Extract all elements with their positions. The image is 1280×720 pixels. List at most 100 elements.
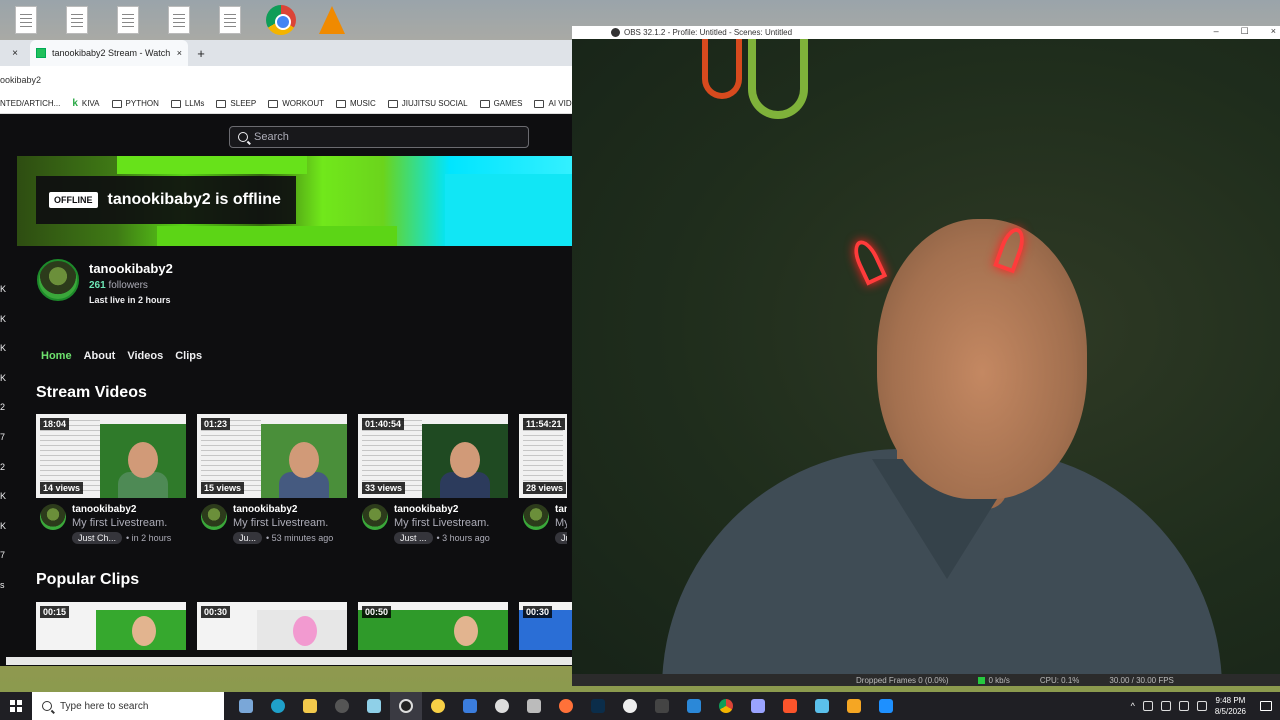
bookmark-folder[interactable]: SLEEP <box>216 99 256 108</box>
notification-icon[interactable] <box>1260 701 1272 711</box>
bookmark-folder[interactable]: PYTHON <box>111 99 159 108</box>
maximize-button[interactable]: ☐ <box>1241 26 1249 37</box>
app-icon[interactable] <box>838 692 870 720</box>
avatar[interactable] <box>523 504 549 530</box>
close-icon[interactable]: × <box>0 48 30 59</box>
minimize-button[interactable]: – <box>1214 26 1219 37</box>
clip-card[interactable]: 00:15 <box>36 602 186 650</box>
video-title[interactable]: My first Livestream. <box>72 517 171 529</box>
keyboard-icon[interactable] <box>1196 701 1207 711</box>
bookmark-folder[interactable]: JIUJITSU SOCIAL <box>387 99 468 108</box>
app-icon[interactable] <box>806 692 838 720</box>
lightbulb-icon[interactable] <box>422 692 454 720</box>
horizontal-scrollbar[interactable] <box>6 657 572 665</box>
category-tag[interactable]: Just ... <box>394 532 433 544</box>
desktop-document-icon[interactable] <box>0 0 51 40</box>
app-icon[interactable] <box>742 692 774 720</box>
address-bar[interactable]: ookibaby2 <box>0 66 572 94</box>
rail-item[interactable]: K <box>0 343 12 373</box>
word-icon[interactable] <box>454 692 486 720</box>
rail-item[interactable]: 2 <box>0 462 12 492</box>
bookmark-item[interactable]: k KIVA <box>72 98 99 109</box>
close-icon[interactable]: × <box>177 48 182 58</box>
app-icon[interactable] <box>870 692 902 720</box>
app-icon[interactable] <box>326 692 358 720</box>
bookmark-folder[interactable]: LLMs <box>170 99 204 108</box>
avatar[interactable] <box>40 504 66 530</box>
app-icon[interactable] <box>678 692 710 720</box>
rail-item[interactable]: K <box>0 284 12 314</box>
settings-icon[interactable] <box>486 692 518 720</box>
chrome-icon[interactable] <box>710 692 742 720</box>
video-channel[interactable]: tanookibaby2 <box>72 504 171 515</box>
video-channel[interactable]: tanookibaby2 <box>233 504 333 515</box>
battery-icon[interactable] <box>1160 701 1171 711</box>
chrome-icon[interactable] <box>255 0 306 40</box>
avatar[interactable] <box>37 259 79 301</box>
video-thumbnail[interactable]: 01:40:54 33 views <box>358 414 508 498</box>
bookmark-item[interactable]: NTED/ARTICH... <box>0 99 60 108</box>
video-card[interactable]: 18:04 14 views tanookibaby2 My first Liv… <box>36 414 186 544</box>
avatar[interactable] <box>362 504 388 530</box>
rail-item[interactable]: s <box>0 580 12 610</box>
taskbar-search-input[interactable]: Type here to search <box>32 692 224 720</box>
rail-item[interactable]: 7 <box>0 550 12 580</box>
desktop-document-icon[interactable] <box>51 0 102 40</box>
video-channel[interactable]: tan <box>555 504 567 515</box>
rail-item[interactable]: 2 <box>0 402 12 432</box>
notepad-icon[interactable] <box>358 692 390 720</box>
network-icon[interactable] <box>1142 701 1153 711</box>
app-icon[interactable] <box>614 692 646 720</box>
clip-card[interactable]: 00:30 <box>519 602 572 650</box>
edge-icon[interactable] <box>262 692 294 720</box>
avatar[interactable] <box>201 504 227 530</box>
rail-item[interactable]: K <box>0 491 12 521</box>
app-icon[interactable] <box>518 692 550 720</box>
rail-item[interactable]: K <box>0 373 12 403</box>
firefox-icon[interactable] <box>550 692 582 720</box>
video-card[interactable]: 01:40:54 33 views tanookibaby2 My first … <box>358 414 508 544</box>
desktop-document-icon[interactable] <box>102 0 153 40</box>
video-card[interactable]: 01:23 15 views tanookibaby2 My first Liv… <box>197 414 347 544</box>
category-tag[interactable]: Just Ch... <box>72 532 123 544</box>
bookmark-folder[interactable]: MUSIC <box>336 99 376 108</box>
tab-about[interactable]: About <box>84 350 116 362</box>
tab-clips[interactable]: Clips <box>175 350 202 362</box>
desktop-document-icon[interactable] <box>153 0 204 40</box>
close-button[interactable]: × <box>1271 26 1276 37</box>
file-explorer-icon[interactable] <box>294 692 326 720</box>
category-tag[interactable]: Ju... <box>233 532 263 544</box>
rail-item[interactable]: 7 <box>0 432 12 462</box>
channel-name[interactable]: tanookibaby2 <box>89 261 173 276</box>
tray-chevron-icon[interactable]: ^ <box>1131 701 1135 711</box>
bookmark-folder[interactable]: GAMES <box>479 99 522 108</box>
vlc-icon[interactable] <box>306 0 357 40</box>
tab-videos[interactable]: Videos <box>127 350 163 362</box>
new-tab-button[interactable]: + <box>188 46 214 61</box>
clock[interactable]: 9:48 PM 8/5/2026 <box>1215 695 1246 717</box>
category-tag[interactable]: Ju <box>555 532 567 544</box>
rail-item[interactable]: K <box>0 314 12 344</box>
tab-home[interactable]: Home <box>41 350 72 362</box>
obs-preview[interactable] <box>572 39 1280 686</box>
video-card[interactable]: 11:54:21 28 views tan My Ju <box>519 414 567 544</box>
brave-icon[interactable] <box>774 692 806 720</box>
video-channel[interactable]: tanookibaby2 <box>394 504 490 515</box>
search-input[interactable]: Search <box>229 126 529 148</box>
video-thumbnail[interactable]: 11:54:21 28 views <box>519 414 567 498</box>
clip-card[interactable]: 00:30 <box>197 602 347 650</box>
video-thumbnail[interactable]: 18:04 14 views <box>36 414 186 498</box>
video-title[interactable]: My first Livestream. <box>394 517 490 529</box>
browser-tab[interactable]: tanookibaby2 Stream - Watch L × <box>30 40 188 66</box>
desktop-document-icon[interactable] <box>204 0 255 40</box>
task-view-icon[interactable] <box>230 692 262 720</box>
bookmark-folder[interactable]: AI VIDEO <box>534 99 572 108</box>
photoshop-icon[interactable] <box>582 692 614 720</box>
app-icon[interactable] <box>646 692 678 720</box>
video-thumbnail[interactable]: 01:23 15 views <box>197 414 347 498</box>
start-button[interactable] <box>0 692 32 720</box>
bookmark-folder[interactable]: WORKOUT <box>268 99 324 108</box>
video-title[interactable]: My <box>555 517 567 529</box>
volume-icon[interactable] <box>1178 701 1189 711</box>
rail-item[interactable]: K <box>0 521 12 551</box>
